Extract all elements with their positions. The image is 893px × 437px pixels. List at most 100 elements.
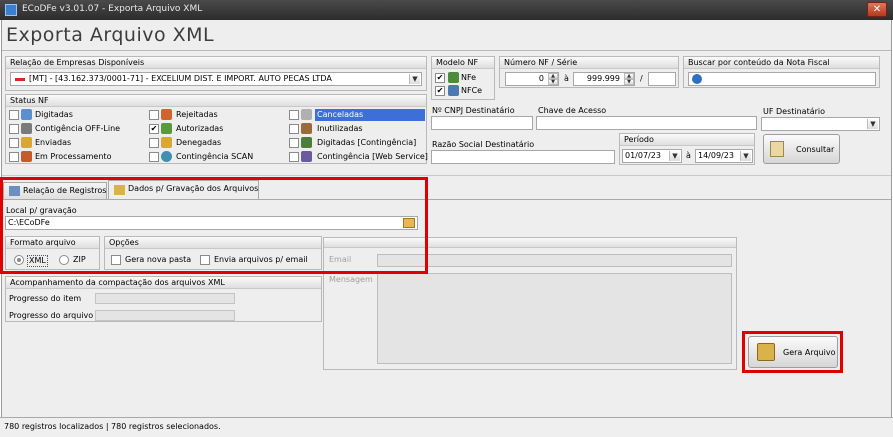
spin-down-icon[interactable]: ▼ [624,79,634,85]
periodo-from-input[interactable]: 01/07/23 ▼ [622,149,682,163]
acompanhamento-group: Acompanhamento da compactação dos arquiv… [5,276,322,322]
status-canceladas-label: Canceladas [315,109,425,121]
info-icon [692,74,702,84]
empresas-label: Relação de Empresas Disponíveis [6,57,426,69]
status-inutilizadas-checkbox[interactable] [289,124,299,134]
annotation-highlight-box [742,331,843,373]
section-divider [2,175,891,176]
status-digitadas-contingencia-checkbox[interactable] [289,138,299,148]
scan-icon [161,151,172,162]
status-denegadas-label: Denegadas [176,138,222,147]
serie-input[interactable] [648,72,676,86]
title-divider [2,50,891,51]
status-autorizadas-label: Autorizadas [176,124,224,133]
empresas-select[interactable]: [MT] - [43.162.373/0001-71] - EXCELIUM D… [10,72,422,86]
mensagem-label: Mensagem [329,275,373,284]
status-digitadas-label: Digitadas [35,110,73,119]
numero-nf-label: Número NF / Série [500,57,678,69]
consultar-label: Consultar [796,145,835,154]
progresso-item-bar [95,293,235,304]
status-rejeitadas-checkbox[interactable] [149,110,159,120]
razao-social-input[interactable] [431,150,615,164]
offline-icon [21,123,32,134]
serie-sep: / [640,74,643,83]
status-bar: 780 registros localizados | 780 registro… [0,417,893,437]
annotation-highlight-box [0,177,428,274]
empresas-group: Relação de Empresas Disponíveis [MT] - [… [5,56,427,91]
numero-nf-group: Número NF / Série 0 ▲ ▼ à 999.999 ▲ ▼ / [499,56,679,88]
authorized-icon [161,123,172,134]
busca-conteudo-label: Buscar por conteúdo da Nota Fiscal [684,57,879,69]
chevron-down-icon[interactable]: ▼ [669,151,680,161]
empresas-selected-value: [MT] - [43.162.373/0001-71] - EXCELIUM D… [29,74,332,83]
rejected-icon [161,109,172,120]
spin-down-icon[interactable]: ▼ [548,79,558,85]
acompanhamento-label: Acompanhamento da compactação dos arquiv… [6,277,321,289]
flag-icon [15,78,25,81]
mensagem-textarea[interactable] [377,273,732,364]
search-document-icon [770,141,784,157]
nfce-icon [448,85,459,96]
status-autorizadas-checkbox[interactable]: ✔ [149,124,159,134]
chevron-down-icon[interactable]: ▼ [740,151,751,161]
nfe-icon [448,72,459,83]
progresso-item-label: Progresso do item [9,294,82,303]
app-icon [5,4,17,16]
modelo-nf-group: Modelo NF ✔ NFe ✔ NFCe [431,56,495,100]
status-scan-checkbox[interactable] [149,152,159,162]
status-webservice-label: Contingência [Web Service] [317,152,428,161]
nfce-checkbox[interactable]: ✔ [435,86,445,96]
uf-select[interactable]: ▼ [761,117,880,131]
progresso-arquivo-label: Progresso do arquivo [9,311,94,320]
window-title: ECoDFe v3.01.07 - Exporta Arquivo XML [22,4,203,14]
nfe-label: NFe [461,73,477,82]
webservice-icon [301,151,312,162]
status-scan-label: Contingência SCAN [176,152,254,161]
status-processamento-label: Em Processamento [35,152,112,161]
status-nf-label: Status NF [6,95,426,107]
periodo-group: Período 01/07/23 ▼ à 14/09/23 ▼ [619,133,755,165]
window-titlebar: ECoDFe v3.01.07 - Exporta Arquivo XML ✕ [0,0,893,20]
cnpj-label: Nº CNPJ Destinatário [432,106,515,115]
unused-icon [301,123,312,134]
status-rejeitadas-label: Rejeitadas [176,110,218,119]
nfe-checkbox[interactable]: ✔ [435,73,445,83]
periodo-label: Período [620,134,754,146]
nfce-label: NFCe [461,86,483,95]
cnpj-input[interactable] [431,116,533,130]
periodo-sep: à [686,151,691,160]
document-icon [21,109,32,120]
status-digitadas-contingencia-label: Digitadas [Contingência] [317,138,417,147]
numero-nf-sep: à [564,74,569,83]
numero-nf-to-value: 999.999 [586,74,620,83]
email-input[interactable] [377,254,732,267]
consultar-button[interactable]: Consultar [763,134,840,164]
chevron-down-icon[interactable]: ▼ [867,119,878,129]
close-button[interactable]: ✕ [867,2,887,17]
send-icon [21,137,32,148]
numero-nf-from-value: 0 [538,74,544,83]
status-enviadas-checkbox[interactable] [9,138,19,148]
status-inutilizadas-label: Inutilizadas [317,124,363,133]
status-nf-group: Status NF Digitadas Contigência OFF-Line… [5,94,428,164]
status-digitadas-checkbox[interactable] [9,110,19,120]
status-offline-label: Contigência OFF-Line [35,124,121,133]
page-title: Exporta Arquivo XML [6,24,215,46]
chevron-down-icon[interactable]: ▼ [409,74,420,84]
status-webservice-checkbox[interactable] [289,152,299,162]
razao-social-label: Razão Social Destinatário [432,140,535,149]
processing-icon [21,151,32,162]
periodo-to-input[interactable]: 14/09/23 ▼ [695,149,753,163]
busca-conteudo-group: Buscar por conteúdo da Nota Fiscal [683,56,880,88]
typed-contingency-icon [301,137,312,148]
chave-acesso-input[interactable] [536,116,757,130]
status-processamento-checkbox[interactable] [9,152,19,162]
busca-conteudo-input[interactable] [688,72,876,86]
status-offline-checkbox[interactable] [9,124,19,134]
progresso-arquivo-bar [95,310,235,321]
cancelled-icon [301,109,312,120]
status-canceladas-checkbox[interactable] [289,110,299,120]
chave-acesso-label: Chave de Acesso [538,106,607,115]
status-denegadas-checkbox[interactable] [149,138,159,148]
uf-label: UF Destinatário [763,107,826,116]
